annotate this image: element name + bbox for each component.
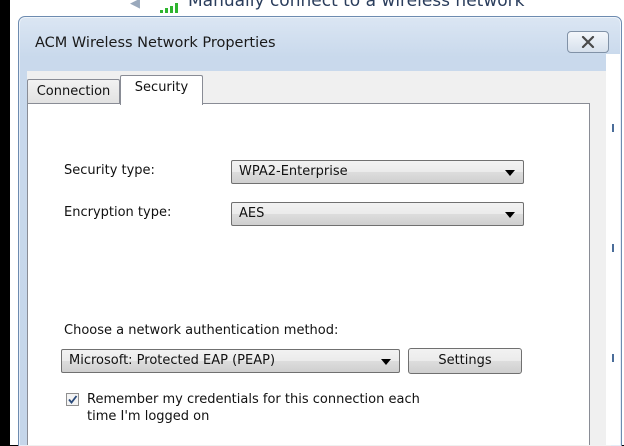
encryption-type-value: AES <box>239 206 265 221</box>
encryption-type-label: Encryption type: <box>64 205 172 220</box>
security-type-label: Security type: <box>64 163 155 178</box>
remember-credentials-checkbox[interactable] <box>66 393 79 406</box>
background-window-title: Manually connect to a wireless network <box>188 0 525 11</box>
close-icon <box>581 36 595 48</box>
remember-credentials-line1: Remember my credentials for this connect… <box>87 392 420 407</box>
chevron-down-icon <box>505 170 515 176</box>
remember-credentials-label[interactable]: Remember my credentials for this connect… <box>87 391 507 425</box>
auth-method-dropdown[interactable]: Microsoft: Protected EAP (PEAP) <box>61 349 400 373</box>
security-type-value: WPA2-Enterprise <box>239 164 348 179</box>
security-type-dropdown[interactable]: WPA2-Enterprise <box>231 160 524 184</box>
tab-security[interactable]: Security <box>120 75 203 105</box>
settings-button[interactable]: Settings <box>408 348 522 374</box>
wireless-signal-icon <box>160 3 184 13</box>
auth-method-label: Choose a network authentication method: <box>64 323 339 338</box>
chevron-down-icon <box>505 212 515 218</box>
close-button[interactable] <box>567 31 609 53</box>
auth-method-value: Microsoft: Protected EAP (PEAP) <box>69 353 276 368</box>
encryption-type-dropdown[interactable]: AES <box>231 202 524 226</box>
checkmark-icon <box>68 395 78 404</box>
back-arrow-icon: ◀ <box>130 0 140 11</box>
background-window-edge <box>606 54 620 445</box>
remember-credentials-line2: time I'm logged on <box>87 409 210 424</box>
tab-connection[interactable]: Connection <box>27 79 120 104</box>
chevron-down-icon <box>381 359 391 365</box>
dialog-title: ACM Wireless Network Properties <box>35 35 276 51</box>
